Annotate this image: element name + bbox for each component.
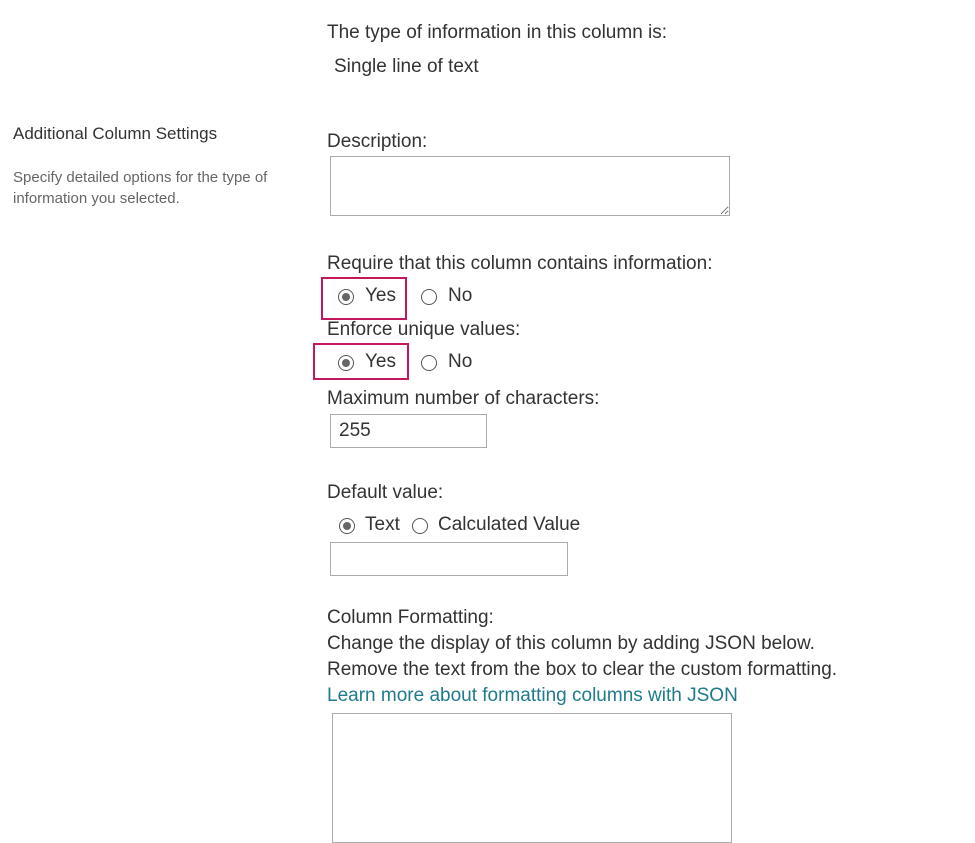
enforce-yes-radio[interactable] — [338, 355, 354, 371]
section-description-line2: information you selected. — [13, 190, 180, 207]
max-chars-label: Maximum number of characters: — [327, 388, 600, 409]
default-text-label[interactable]: Text — [365, 514, 400, 536]
column-formatting-label: Column Formatting: — [327, 607, 494, 628]
section-title: Additional Column Settings — [13, 124, 218, 143]
default-value-input[interactable] — [330, 542, 568, 576]
require-info-label: Require that this column contains inform… — [327, 253, 713, 274]
enforce-unique-label: Enforce unique values: — [327, 319, 521, 340]
enforce-no-label[interactable]: No — [448, 351, 472, 373]
section-description-line1: Specify detailed options for the type of — [13, 169, 268, 186]
description-textarea[interactable] — [330, 156, 730, 216]
column-type-label: The type of information in this column i… — [327, 22, 668, 43]
enforce-yes-label[interactable]: Yes — [365, 351, 396, 373]
column-type-value: Single line of text — [334, 56, 479, 77]
column-formatting-textarea[interactable] — [332, 713, 732, 843]
column-formatting-line2: Remove the text from the box to clear th… — [327, 659, 838, 680]
description-label: Description: — [327, 131, 428, 152]
require-yes-radio[interactable] — [338, 289, 354, 305]
require-no-radio[interactable] — [421, 289, 437, 305]
default-value-label: Default value: — [327, 482, 444, 503]
section-description: Specify detailed options for the type of… — [13, 167, 267, 209]
require-yes-label[interactable]: Yes — [365, 285, 396, 307]
require-no-label[interactable]: No — [448, 285, 472, 307]
column-formatting-line1: Change the display of this column by add… — [327, 633, 815, 654]
enforce-no-radio[interactable] — [421, 355, 437, 371]
default-calculated-radio[interactable] — [412, 518, 428, 534]
learn-more-link[interactable]: Learn more about formatting columns with… — [327, 685, 738, 707]
max-chars-input[interactable] — [330, 414, 487, 448]
default-text-radio[interactable] — [339, 518, 355, 534]
default-calculated-label[interactable]: Calculated Value — [438, 514, 580, 536]
